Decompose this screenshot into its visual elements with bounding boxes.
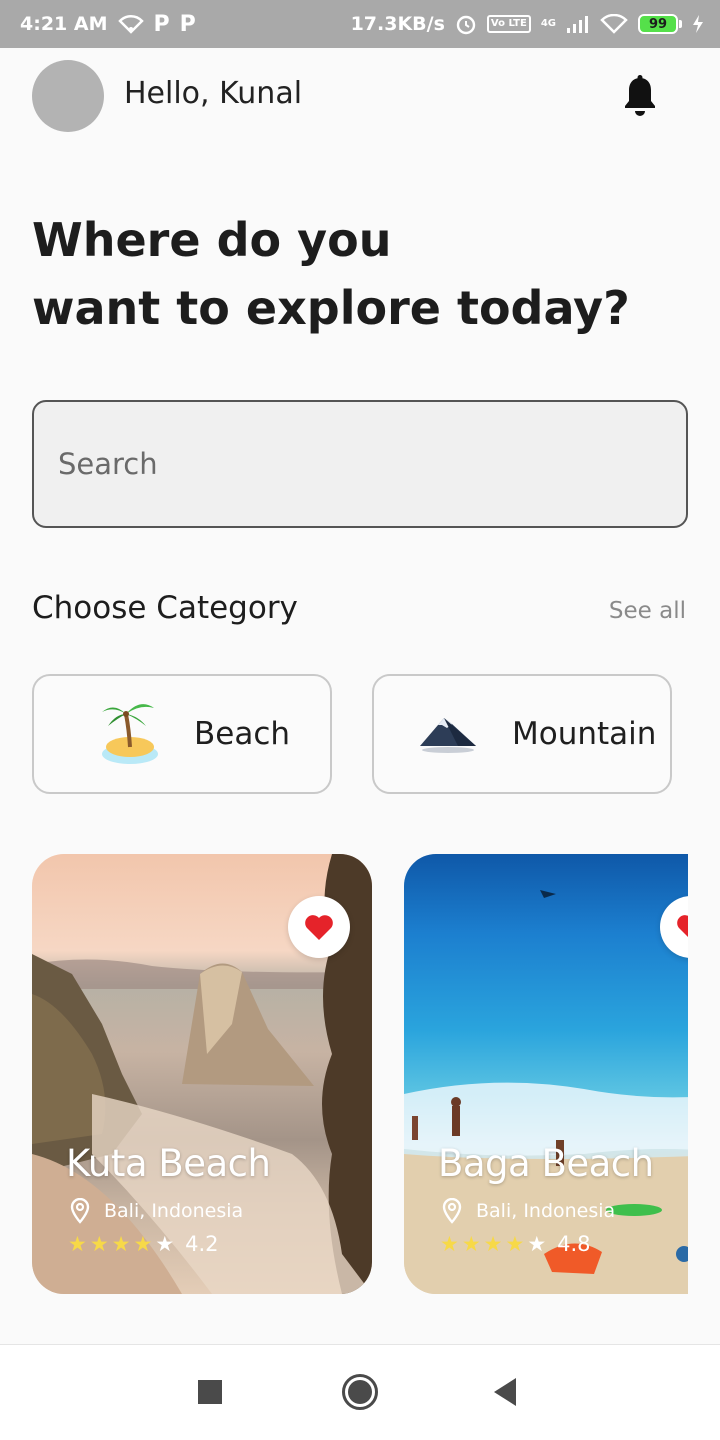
bell-icon[interactable] [620,74,660,118]
wifi-icon-2 [600,14,628,34]
category-section-title: Choose Category [32,590,298,626]
favorite-button[interactable] [288,896,350,958]
star-icon-empty: ★ [155,1232,175,1256]
location-pin-icon [70,1198,90,1224]
star-icon: ★ [89,1232,109,1256]
place-location: Bali, Indonesia [70,1198,243,1224]
star-icon: ★ [440,1232,459,1256]
parking-app-icon: P [153,11,170,37]
place-name: Kuta Beach [66,1142,271,1185]
search-input[interactable]: Search [32,400,688,528]
category-mountain-button[interactable]: Mountain [372,674,672,794]
location-pin-icon [442,1198,462,1224]
place-rating: ★ ★ ★ ★ ★ 4.2 [68,1232,219,1256]
page-title-line-1: Where do you [32,213,392,267]
place-card[interactable]: Kuta Beach Bali, Indonesia ★ ★ ★ ★ ★ 4.2 [32,854,372,1294]
star-icon: ★ [111,1232,131,1256]
charging-icon [693,15,703,33]
places-carousel[interactable]: Kuta Beach Bali, Indonesia ★ ★ ★ ★ ★ 4.2 [32,854,688,1294]
place-location-text: Bali, Indonesia [104,1200,244,1222]
category-beach-label: Beach [194,716,291,752]
star-icon: ★ [68,1232,87,1256]
triangle-back-icon[interactable] [494,1378,516,1406]
status-time: 4:21 AM [20,13,108,35]
parking-app-icon-2: P [179,11,196,37]
place-name: Baga Beach [438,1142,654,1185]
category-mountain-label: Mountain [512,716,657,752]
star-icon-empty: ★ [527,1232,547,1256]
network-type: 4G [540,18,556,29]
place-rating: ★ ★ ★ ★ ★ 4.8 [440,1232,591,1256]
star-icon: ★ [483,1232,503,1256]
beach-island-icon [102,704,158,764]
baga-beach-photo [404,890,688,1294]
place-location: Bali, Indonesia [442,1198,615,1224]
search-placeholder: Search [58,447,158,481]
battery-level: 99 [638,14,678,34]
wifi-icon [117,14,144,34]
signal-icon [567,16,588,33]
see-all-link[interactable]: See all [609,598,686,624]
network-speed: 17.3KB/s [350,13,445,35]
place-card[interactable]: Baga Beach Bali, Indonesia ★ ★ ★ ★ ★ 4.8 [404,854,688,1294]
volte-icon: Vo LTE [486,15,531,33]
alarm-icon [456,15,476,35]
category-beach-button[interactable]: Beach [32,674,332,794]
square-icon[interactable] [198,1380,222,1404]
battery-icon: 99 [638,14,682,34]
status-bar: 4:21 AM P P 17.3KB/s Vo LTE 4G 99 [0,0,720,48]
mountain-icon [420,718,476,753]
heart-icon [305,915,333,940]
avatar[interactable] [32,60,104,132]
circle-home-icon[interactable] [342,1374,378,1410]
place-rating-value: 4.2 [185,1232,219,1256]
star-icon: ★ [505,1232,525,1256]
greeting-text: Hello, Kunal [124,76,303,111]
place-rating-value: 4.8 [557,1232,591,1256]
star-icon: ★ [133,1232,153,1256]
page-title-line-2: want to explore today? [32,281,630,335]
heart-icon [677,915,688,937]
place-location-text: Bali, Indonesia [476,1200,616,1222]
star-icon: ★ [461,1232,481,1256]
page-title: Where do you want to explore today? [32,206,692,342]
